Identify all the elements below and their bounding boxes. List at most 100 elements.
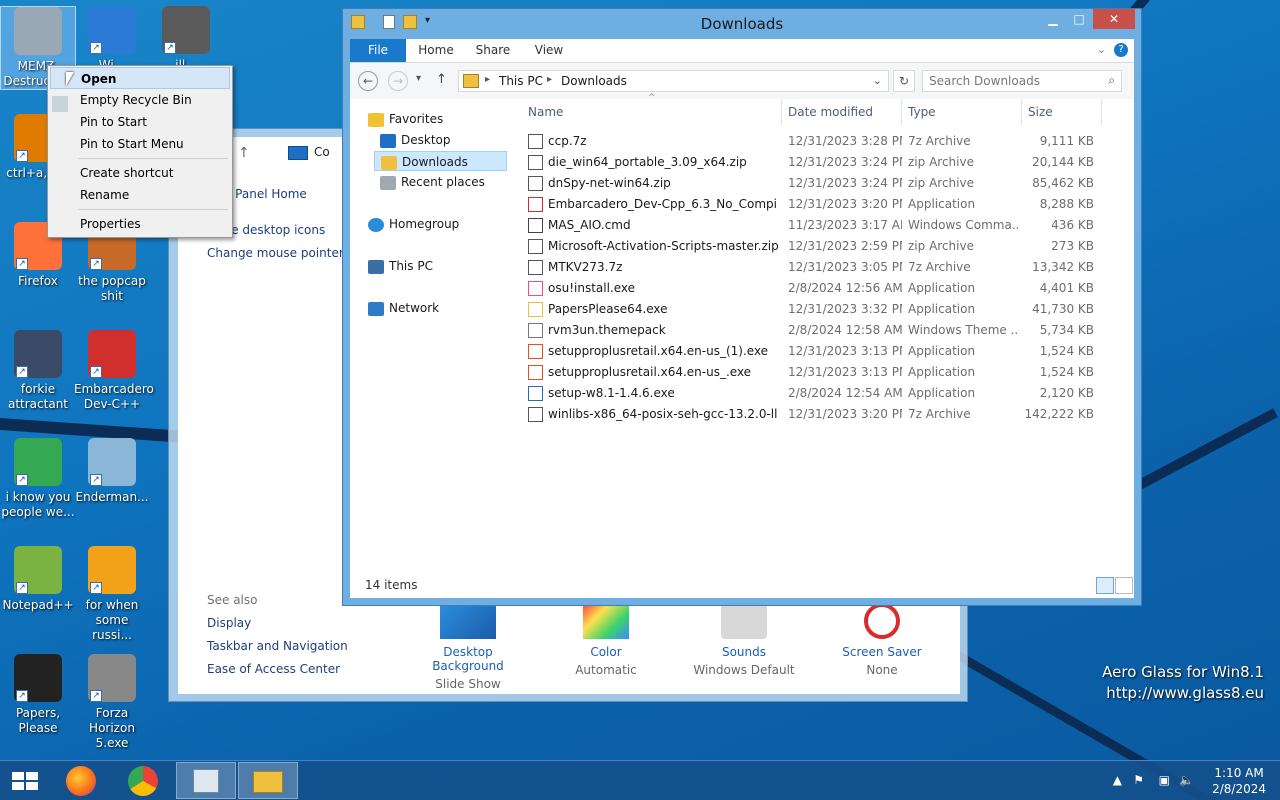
menu-separator: [78, 209, 228, 210]
change-mouse-pointers-link[interactable]: Change mouse pointers: [207, 246, 350, 260]
screen-saver-item[interactable]: Screen Saver None: [822, 603, 942, 677]
address-dropdown-icon[interactable]: ⌄: [873, 74, 882, 87]
desktop-icon-chrome[interactable]: ↗ i know you people we...: [0, 438, 76, 520]
desktop-icon-notepad-plus-plus[interactable]: ↗ Notepad++: [0, 546, 76, 613]
minimize-button[interactable]: ▁: [1039, 9, 1067, 29]
display-link[interactable]: Display: [207, 616, 251, 630]
desktop-icon-papers-please[interactable]: ↗ Papers, Please: [0, 654, 76, 736]
file-name: MTKV273.7z: [548, 260, 623, 274]
taskbar: ▲ ⚑ ▣ 🔈 1:10 AM 2/8/2024: [0, 760, 1280, 800]
search-icon[interactable]: ⌕: [1108, 73, 1115, 88]
file-row[interactable]: die_win64_portable_3.09_x64.zip 12/31/202…: [522, 152, 1134, 173]
taskbar-chrome[interactable]: [114, 762, 174, 799]
file-type: 7z Archive: [908, 407, 971, 421]
menu-item-open[interactable]: Open: [50, 67, 230, 89]
clock[interactable]: 1:10 AM 2/8/2024: [1212, 765, 1266, 797]
start-button[interactable]: [0, 762, 50, 799]
refresh-button[interactable]: ↻: [893, 70, 915, 92]
back-button[interactable]: ←: [358, 71, 378, 91]
file-type: Application: [908, 344, 976, 358]
file-row[interactable]: setupproplusretail.x64.en-us_.exe 12/31/2…: [522, 362, 1134, 383]
explorer-titlebar[interactable]: ▾ Downloads ▁ □ ✕: [343, 9, 1141, 39]
taskbar-control-panel[interactable]: [176, 762, 236, 799]
desktop-background-item[interactable]: Desktop Background Slide Show: [408, 603, 528, 691]
action-center-flag-icon[interactable]: ⚑: [1133, 773, 1144, 787]
nav-desktop[interactable]: Desktop: [380, 130, 451, 150]
tab-view[interactable]: View: [522, 39, 576, 62]
file-size: 1,524 KB: [1039, 344, 1094, 358]
color-item[interactable]: Color Automatic: [546, 603, 666, 677]
file-row[interactable]: dnSpy-net-win64.zip 12/31/2023 3:24 PM zip…: [522, 173, 1134, 194]
menu-item-pin-to-start[interactable]: Pin to Start: [50, 111, 230, 133]
desktop-icon-ill[interactable]: ↗ill...: [148, 6, 224, 73]
file-row[interactable]: MAS_AIO.cmd 11/23/2023 3:17 AM Windows Com…: [522, 215, 1134, 236]
desktop-icon-forkie[interactable]: ↗ forkie attractant: [0, 330, 76, 412]
nav-network[interactable]: Network: [368, 298, 439, 318]
file-name: ccp.7z: [548, 134, 587, 148]
file-row[interactable]: PapersPlease64.exe 12/31/2023 3:32 PM Appl…: [522, 299, 1134, 320]
file-row[interactable]: osu!install.exe 2/8/2024 12:56 AM Applicat…: [522, 278, 1134, 299]
show-hidden-icons-button[interactable]: ▲: [1113, 773, 1122, 787]
explorer-window[interactable]: ▾ Downloads ▁ □ ✕ File Home Share View ⌄…: [342, 8, 1142, 606]
address-bar[interactable]: ▸ This PC ▸ Downloads ⌄: [458, 70, 889, 92]
mouse-cursor-icon: [66, 72, 74, 86]
forward-button[interactable]: →: [388, 71, 408, 91]
ease-of-access-link[interactable]: Ease of Access Center: [207, 662, 340, 676]
firefox-icon: [66, 766, 96, 796]
tab-share[interactable]: Share: [466, 39, 520, 62]
file-row[interactable]: rvm3un.themepack 2/8/2024 12:58 AM Windows…: [522, 320, 1134, 341]
sounds-item[interactable]: Sounds Windows Default: [684, 603, 804, 677]
column-size[interactable]: Size: [1022, 99, 1102, 125]
desktop-icon-russian[interactable]: ↗ for when some russi...: [74, 546, 150, 643]
breadcrumb-separator-icon: ▸: [547, 74, 553, 85]
help-icon[interactable]: ?: [1114, 43, 1128, 57]
tab-file[interactable]: File: [350, 39, 406, 62]
menu-item-properties[interactable]: Properties: [50, 213, 230, 235]
recent-locations-dropdown[interactable]: ▾: [416, 73, 421, 84]
nav-recent-places[interactable]: Recent places: [380, 172, 485, 192]
breadcrumb-this-pc[interactable]: This PC: [499, 74, 543, 88]
nav-downloads[interactable]: Downloads: [374, 151, 507, 171]
close-button[interactable]: ✕: [1093, 9, 1135, 29]
file-row[interactable]: ccp.7z 12/31/2023 3:28 PM 7z Archive 9,111 …: [522, 131, 1134, 152]
downloads-folder-icon: [463, 74, 479, 88]
desktop-icon-forza[interactable]: ↗ Forza Horizon 5.exe: [74, 654, 150, 751]
taskbar-firefox[interactable]: [52, 762, 112, 799]
column-date-modified[interactable]: Date modified: [782, 99, 902, 125]
large-icons-view-icon[interactable]: [1115, 577, 1133, 594]
search-input[interactable]: Search Downloads ⌕: [922, 70, 1122, 92]
shortcut-arrow-icon: ↗: [164, 42, 176, 54]
desktop-icon-label: Firefox: [18, 274, 58, 288]
nav-homegroup[interactable]: Homegroup: [368, 214, 459, 234]
file-row[interactable]: setupproplusretail.x64.en-us_(1).exe 12/3…: [522, 341, 1134, 362]
desktop-icon-label: the popcap shit: [78, 274, 146, 303]
menu-item-create-shortcut[interactable]: Create shortcut: [50, 162, 230, 184]
network-icon[interactable]: ▣: [1159, 773, 1170, 787]
file-row[interactable]: winlibs-x86_64-posix-seh-gcc-13.2.0-llv.…: [522, 404, 1134, 425]
menu-item-empty-recycle-bin[interactable]: Empty Recycle Bin: [50, 89, 230, 111]
tab-home[interactable]: Home: [408, 39, 464, 62]
shortcut-arrow-icon: ↗: [16, 582, 28, 594]
desktop-icon-enderman[interactable]: ↗ Enderman...: [74, 438, 150, 505]
menu-separator: [78, 158, 228, 159]
back-arrow-icon[interactable]: ↑: [238, 145, 250, 161]
taskbar-navigation-link[interactable]: Taskbar and Navigation: [207, 639, 348, 653]
desktop-icon-dev-cpp[interactable]: ↗ Embarcadero Dev-C++: [74, 330, 154, 412]
breadcrumb-downloads[interactable]: Downloads: [561, 74, 627, 88]
volume-muted-icon[interactable]: 🔈: [1179, 773, 1194, 787]
maximize-button[interactable]: □: [1065, 9, 1093, 29]
menu-item-rename[interactable]: Rename: [50, 184, 230, 206]
taskbar-file-explorer[interactable]: [238, 762, 298, 799]
file-row[interactable]: MTKV273.7z 12/31/2023 3:05 PM 7z Archive 13…: [522, 257, 1134, 278]
file-row[interactable]: Embarcadero_Dev-Cpp_6.3_No_Compiler... 12…: [522, 194, 1134, 215]
column-type[interactable]: Type: [902, 99, 1022, 125]
nav-favorites[interactable]: Favorites: [368, 109, 443, 129]
file-row[interactable]: Microsoft-Activation-Scripts-master.zip 1…: [522, 236, 1134, 257]
desktop-icon-wi[interactable]: ↗Wi...: [74, 6, 150, 73]
details-view-icon[interactable]: [1096, 577, 1114, 594]
expand-ribbon-icon[interactable]: ⌄: [1097, 43, 1106, 56]
up-button[interactable]: ↑: [436, 72, 447, 87]
menu-item-pin-to-start-menu[interactable]: Pin to Start Menu: [50, 133, 230, 155]
file-row[interactable]: setup-w8.1-1.4.6.exe 2/8/2024 12:54 AM App…: [522, 383, 1134, 404]
nav-this-pc[interactable]: This PC: [368, 256, 433, 276]
